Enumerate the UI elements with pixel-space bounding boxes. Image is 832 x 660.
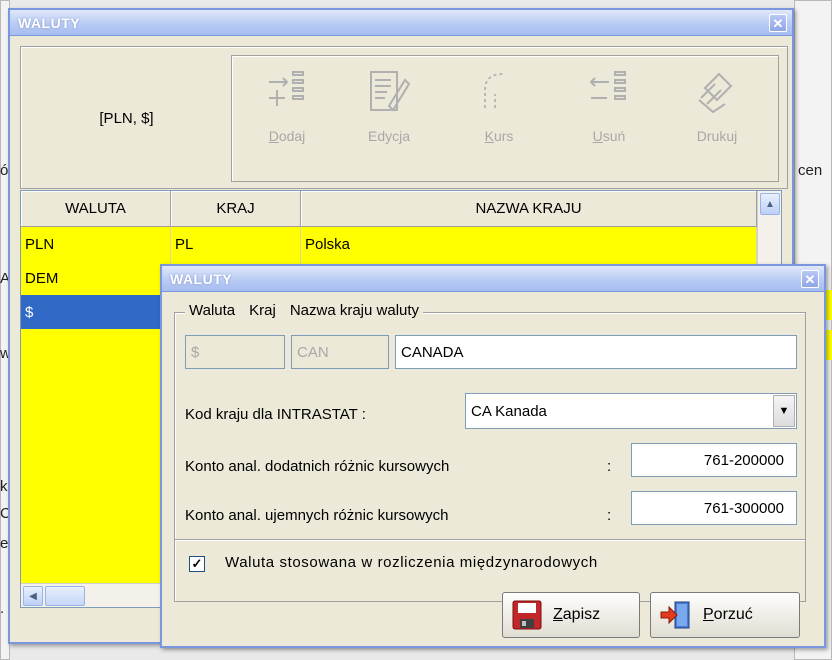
legend-country-name: Nazwa kraju waluty xyxy=(289,302,420,319)
edit-icon xyxy=(370,71,411,112)
scrollbar-thumb[interactable] xyxy=(45,586,85,606)
dialog-title: WALUTY xyxy=(170,271,233,287)
country-name-field[interactable]: CANADA xyxy=(395,335,797,369)
positive-account-colon: : xyxy=(607,458,612,475)
delete-button[interactable]: Usuń xyxy=(564,62,654,174)
print-label: Drukuj xyxy=(696,128,738,144)
exit-door-icon xyxy=(660,601,690,629)
print-icon xyxy=(698,72,733,114)
negative-account-field[interactable]: 761-300000 xyxy=(631,491,797,525)
grid-header: WALUTA KRAJ NAZWA KRAJU xyxy=(21,191,757,227)
chevron-down-icon[interactable]: ▼ xyxy=(773,395,795,427)
add-label: Dodaj xyxy=(268,128,306,144)
intrastat-select[interactable]: CA Kanada ▼ xyxy=(465,393,797,429)
edit-button[interactable]: Edycja xyxy=(344,62,434,174)
cell-country: PL xyxy=(171,227,301,261)
legend-currency: Waluta xyxy=(189,302,236,319)
rate-label: Kurs xyxy=(484,128,514,144)
legend-country: Kraj xyxy=(249,302,276,319)
cell-currency: $ xyxy=(25,303,34,321)
edit-label: Edycja xyxy=(367,128,411,144)
background-column-label: cen xyxy=(798,162,823,179)
cell-currency: PLN xyxy=(21,227,171,261)
close-icon[interactable]: ✕ xyxy=(801,270,819,288)
international-checkbox[interactable]: ✓ xyxy=(189,556,205,572)
window-title: WALUTY xyxy=(18,15,81,31)
background-fragment: k xyxy=(0,478,8,495)
toolbar: Dodaj Edycja Kurs Usuń Drukuj xyxy=(231,55,779,182)
abandon-label: Porzuć xyxy=(703,606,753,623)
divider xyxy=(175,539,805,541)
intrastat-value: CA Kanada xyxy=(471,402,547,420)
dialog-titlebar[interactable]: WALUTY ✕ xyxy=(162,266,824,292)
background-fragment: . xyxy=(0,600,5,617)
column-header-country[interactable]: KRAJ xyxy=(171,191,301,227)
add-icon xyxy=(269,71,304,106)
international-label: Waluta stosowana w rozliczenia międzynar… xyxy=(225,554,598,571)
currency-edit-dialog: WALUTY ✕ Waluta Kraj Nazwa kraju waluty … xyxy=(160,264,826,648)
fieldset-legend: Waluta Kraj Nazwa kraju waluty xyxy=(185,302,424,319)
currency-field[interactable]: $ xyxy=(185,335,285,369)
current-selection: [PLN, $] xyxy=(99,110,154,127)
delete-icon xyxy=(589,71,626,100)
currencies-window-titlebar[interactable]: WALUTY ✕ xyxy=(10,10,792,36)
intrastat-label: Kod kraju dla INTRASTAT : xyxy=(185,406,366,423)
cell-country-name: Polska xyxy=(301,227,757,261)
currency-fieldset: Waluta Kraj Nazwa kraju waluty $ CAN CAN… xyxy=(174,302,806,602)
negative-account-colon: : xyxy=(607,507,612,524)
floppy-disk-icon xyxy=(512,600,542,630)
table-row[interactable]: PLN PL Polska xyxy=(21,227,757,261)
rate-icon xyxy=(484,73,504,108)
negative-account-label: Konto anal. ujemnych różnic kursowych xyxy=(185,507,449,524)
positive-account-label: Konto anal. dodatnich różnic kursowych xyxy=(185,458,450,475)
delete-label: Usuń xyxy=(592,128,626,144)
column-header-country-name[interactable]: NAZWA KRAJU xyxy=(301,191,757,227)
chevron-up-icon[interactable]: ▲ xyxy=(760,193,780,215)
abandon-button[interactable]: Porzuć xyxy=(650,592,800,638)
rate-button[interactable]: Kurs xyxy=(454,62,544,174)
grid-empty-area xyxy=(21,329,166,583)
toolbar-panel: [PLN, $] Dodaj Edycja Kurs Usuń Drukuj xyxy=(20,46,788,189)
column-header-currency[interactable]: WALUTA xyxy=(21,191,171,227)
print-button[interactable]: Drukuj xyxy=(672,62,762,174)
country-field[interactable]: CAN xyxy=(291,335,389,369)
add-button[interactable]: Dodaj xyxy=(242,62,332,174)
chevron-left-icon[interactable]: ◀ xyxy=(23,586,43,606)
positive-account-field[interactable]: 761-200000 xyxy=(631,443,797,477)
cell-currency: DEM xyxy=(21,261,171,295)
save-label: Zapisz xyxy=(553,606,601,623)
close-icon[interactable]: ✕ xyxy=(769,14,787,32)
save-button[interactable]: Zapisz xyxy=(502,592,640,638)
